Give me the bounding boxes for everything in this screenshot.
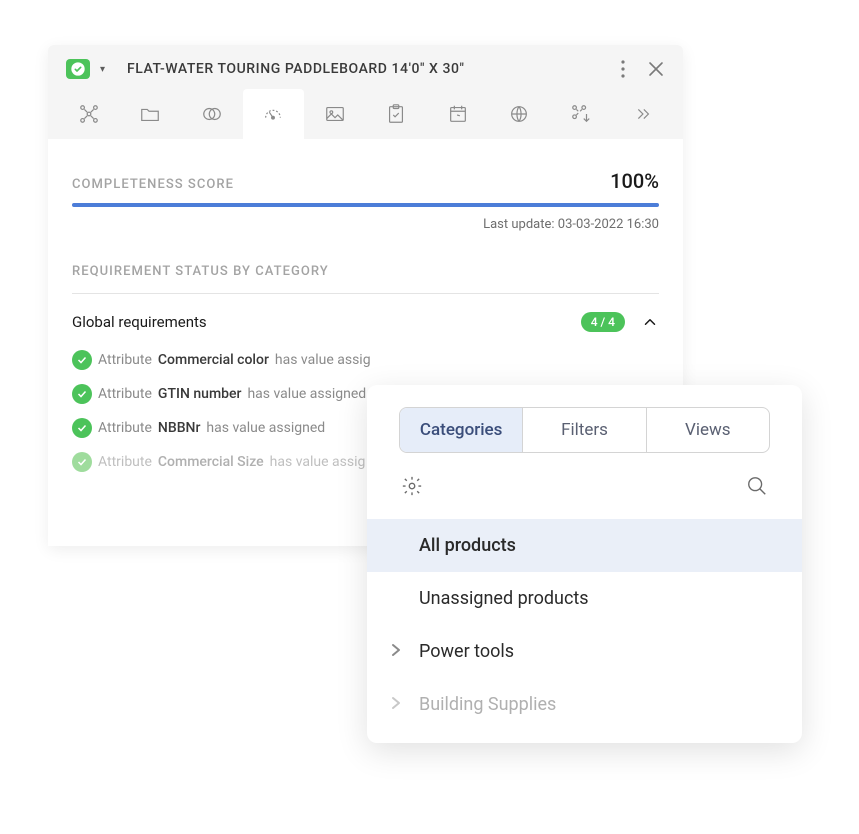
tab-calendar[interactable] [427,89,489,139]
kebab-icon [621,60,625,78]
overlap-circles-icon [201,103,223,125]
category-label: Building Supplies [419,694,556,715]
tab-import[interactable] [550,89,612,139]
network-icon [78,103,100,125]
attribute-prefix: Attribute [98,420,152,436]
section-toolbar [48,89,683,139]
tab-more[interactable] [612,89,674,139]
close-button[interactable] [647,60,665,78]
category-label: All products [419,535,516,556]
requirement-group-header[interactable]: Global requirements 4 / 4 [72,312,659,332]
attribute-name: Commercial color [158,352,269,368]
tab-relations[interactable] [58,89,120,139]
category-popup: CategoriesFiltersViews All products Unass… [367,385,802,743]
tab-folder[interactable] [120,89,182,139]
score-bar [72,203,659,207]
category-item[interactable]: Building Supplies [367,678,802,731]
chevron-right-icon [391,641,401,662]
attribute-name: GTIN number [158,386,242,402]
category-label: Power tools [419,641,514,662]
close-icon [647,60,665,78]
globe-icon [508,103,530,125]
category-list: All products Unassigned products Power too… [367,519,802,731]
folder-icon [139,103,161,125]
chevron-up-icon [641,313,659,331]
requirement-count-badge: 4 / 4 [581,312,625,332]
attribute-suffix: has value assig [275,352,371,368]
attribute-suffix: has value assig [270,454,366,470]
score-label: COMPLETENESS SCORE [72,177,234,192]
attribute-prefix: Attribute [98,352,152,368]
category-item[interactable]: Unassigned products [367,572,802,625]
tab-completeness[interactable] [243,89,305,139]
search-icon [746,475,768,497]
gear-icon [401,475,423,497]
last-update: Last update: 03-03-2022 16:30 [72,217,659,232]
attribute-suffix: has value assigned [206,420,325,436]
chevron-right-icon [391,694,401,715]
gauge-icon [262,103,284,125]
attribute-name: Commercial Size [158,454,264,470]
check-circle-icon [72,452,92,472]
status-chip[interactable] [66,59,90,79]
tab-filters[interactable]: Filters [522,408,645,452]
category-label: Unassigned products [419,588,589,609]
tab-views[interactable]: Views [646,408,769,452]
clipboard-check-icon [385,103,407,125]
chevron-double-right-icon [631,103,653,125]
tab-categories[interactable]: Categories [400,408,522,452]
search-button[interactable] [746,475,768,501]
score-value: 100% [610,169,659,193]
attribute-suffix: has value assigned [247,386,366,402]
image-icon [324,103,346,125]
tab-globe[interactable] [489,89,551,139]
status-dropdown-caret[interactable]: ▾ [100,64,105,75]
category-item[interactable]: All products [367,519,802,572]
popup-tabs: CategoriesFiltersViews [399,407,770,453]
settings-button[interactable] [401,475,423,501]
tab-media[interactable] [304,89,366,139]
requirement-group-title: Global requirements [72,313,207,331]
tab-variants[interactable] [181,89,243,139]
calendar-icon [447,103,469,125]
check-circle-icon [72,384,92,404]
attribute-prefix: Attribute [98,454,152,470]
more-menu-button[interactable] [621,60,625,78]
check-circle-icon [72,350,92,370]
network-download-icon [570,103,592,125]
attribute-prefix: Attribute [98,386,152,402]
section-label: REQUIREMENT STATUS BY CATEGORY [72,264,659,294]
category-item[interactable]: Power tools [367,625,802,678]
check-circle-icon [72,418,92,438]
requirement-item: Attribute Commercial color has value assig [72,350,659,370]
attribute-name: NBBNr [158,420,201,436]
check-circle-icon [70,61,86,77]
tab-tasks[interactable] [366,89,428,139]
product-title: FLAT-WATER TOURING PADDLEBOARD 14'0" X 3… [127,61,611,77]
panel-header: ▾ FLAT-WATER TOURING PADDLEBOARD 14'0" X… [48,45,683,89]
